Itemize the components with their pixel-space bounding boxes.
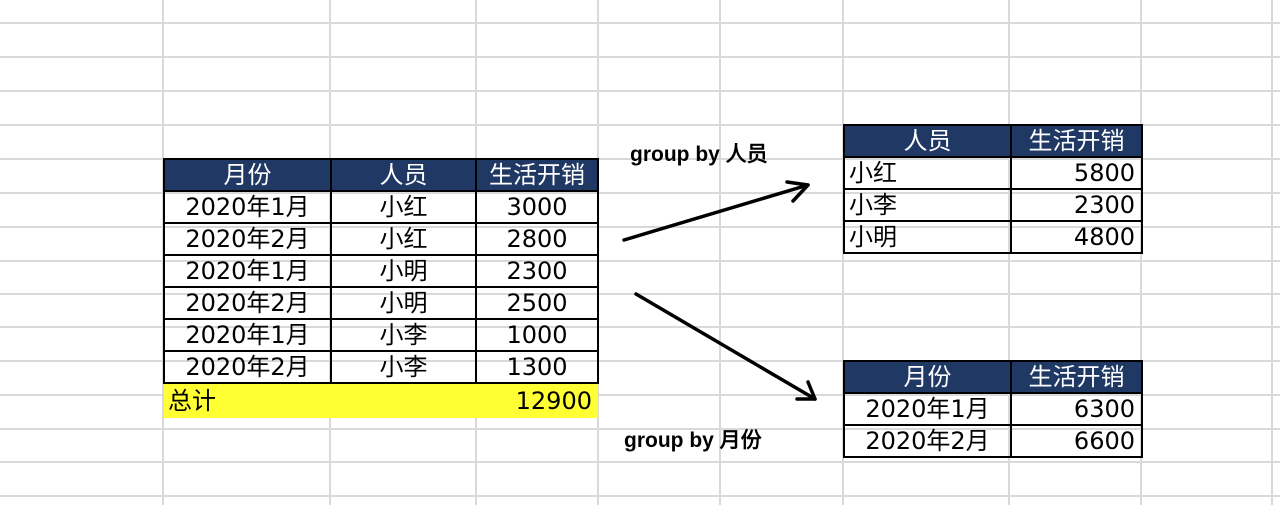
cell-expense[interactable]: 1000 (475, 318, 599, 352)
cell-expense[interactable]: 2500 (475, 286, 599, 320)
cell-month[interactable]: 2020年2月 (163, 350, 332, 384)
table-row: 小李 2300 (843, 188, 1143, 222)
cell-month[interactable]: 2020年1月 (163, 318, 332, 352)
cell-person[interactable]: 小明 (843, 220, 1012, 254)
cell-person[interactable]: 小李 (843, 188, 1012, 222)
header-expense[interactable]: 生活开销 (1010, 360, 1143, 394)
cell-person[interactable]: 小李 (330, 350, 477, 384)
table-row: 2020年1月 小李 1000 (163, 318, 599, 352)
group-by-person-table: 人员 生活开销 小红 5800 小李 2300 小明 4800 (843, 124, 1143, 254)
cell-expense[interactable]: 6300 (1010, 392, 1143, 426)
table-row: 2020年2月 小李 1300 (163, 350, 599, 384)
cell-person[interactable]: 小红 (843, 156, 1012, 190)
group-by-month-table: 月份 生活开销 2020年1月 6300 2020年2月 6600 (843, 360, 1143, 458)
table-row: 2020年2月 6600 (843, 424, 1143, 458)
table-row: 2020年1月 6300 (843, 392, 1143, 426)
cell-expense[interactable]: 2300 (475, 254, 599, 288)
source-header-row: 月份 人员 生活开销 (163, 158, 599, 192)
cell-month[interactable]: 2020年2月 (163, 286, 332, 320)
cell-expense[interactable]: 6600 (1010, 424, 1143, 458)
header-person[interactable]: 人员 (330, 158, 477, 192)
cell-person[interactable]: 小李 (330, 318, 477, 352)
header-person[interactable]: 人员 (843, 124, 1012, 158)
total-row: 总计 12900 (164, 383, 598, 418)
cell-month[interactable]: 2020年1月 (163, 254, 332, 288)
cell-expense[interactable]: 2800 (475, 222, 599, 256)
header-expense[interactable]: 生活开销 (475, 158, 599, 192)
cell-expense[interactable]: 5800 (1010, 156, 1143, 190)
table-row: 2020年2月 小红 2800 (163, 222, 599, 256)
person-header-row: 人员 生活开销 (843, 124, 1143, 158)
total-label[interactable]: 总计 (164, 383, 331, 418)
header-month[interactable]: 月份 (843, 360, 1012, 394)
total-empty-cell[interactable] (331, 383, 476, 418)
table-row: 2020年1月 小红 3000 (163, 190, 599, 224)
table-row: 2020年2月 小明 2500 (163, 286, 599, 320)
header-month[interactable]: 月份 (163, 158, 332, 192)
cell-month[interactable]: 2020年2月 (163, 222, 332, 256)
table-row: 小明 4800 (843, 220, 1143, 254)
cell-person[interactable]: 小红 (330, 190, 477, 224)
table-row: 2020年1月 小明 2300 (163, 254, 599, 288)
month-header-row: 月份 生活开销 (843, 360, 1143, 394)
cell-month[interactable]: 2020年2月 (843, 424, 1012, 458)
cell-expense[interactable]: 4800 (1010, 220, 1143, 254)
source-expense-table: 月份 人员 生活开销 2020年1月 小红 3000 2020年2月 小红 28… (163, 158, 599, 418)
cell-expense[interactable]: 3000 (475, 190, 599, 224)
cell-month[interactable]: 2020年1月 (163, 190, 332, 224)
group-by-month-label: group by 月份 (624, 429, 762, 452)
cell-person[interactable]: 小明 (330, 286, 477, 320)
total-value[interactable]: 12900 (476, 383, 598, 418)
header-expense[interactable]: 生活开销 (1010, 124, 1143, 158)
cell-expense[interactable]: 1300 (475, 350, 599, 384)
table-row: 小红 5800 (843, 156, 1143, 190)
cell-month[interactable]: 2020年1月 (843, 392, 1012, 426)
group-by-person-label: group by 人员 (630, 143, 768, 166)
cell-expense[interactable]: 2300 (1010, 188, 1143, 222)
cell-person[interactable]: 小红 (330, 222, 477, 256)
cell-person[interactable]: 小明 (330, 254, 477, 288)
